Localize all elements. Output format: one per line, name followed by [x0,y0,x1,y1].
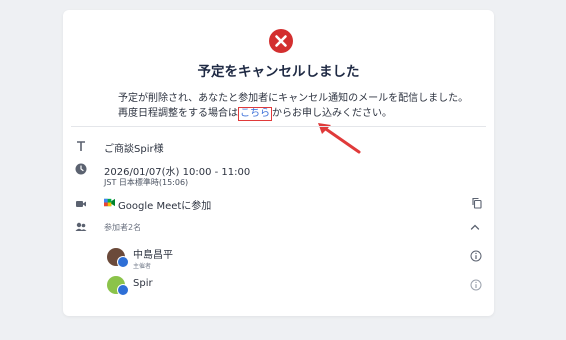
attendee-name: 中島昌平 [133,250,173,261]
error-circle-icon [269,29,293,53]
people-icon [75,222,87,231]
info-icon[interactable] [470,279,482,291]
attendee-name: Spir [133,278,153,289]
attendee-role: 主催者 [133,263,152,270]
video-camera-icon [76,201,86,207]
event-timezone: JST 日本標準時(15:06) [104,178,189,187]
cancel-message-line2: 再度日程調整をする場合は こちら からお申し込みください。 [118,104,392,121]
verified-badge-icon [117,284,129,296]
google-meet-icon [104,198,115,207]
reschedule-link[interactable]: こちら [238,107,272,121]
message-text-after: からお申し込みください。 [272,108,392,119]
message-text-before: 再度日程調整をする場合は [118,108,238,119]
cancel-message-line1: 予定が削除され、あなたと参加者にキャンセル通知のメールを配信しました。 [118,93,469,104]
google-meet-link[interactable]: Google Meetに参加 [118,197,211,212]
info-icon[interactable] [470,250,482,262]
title-icon [77,141,85,151]
event-datetime: 2026/01/07(水) 10:00 - 11:00 [104,167,251,178]
verified-badge-icon [117,256,129,268]
page-title: 予定をキャンセルしました [197,64,360,80]
clock-icon [75,163,87,175]
attendees-header: 参加者2名 [104,223,142,232]
copy-icon[interactable] [471,197,483,209]
event-title: ご商談Spir様 [104,144,164,155]
chevron-up-icon[interactable] [469,221,481,233]
cancel-confirmation-card: 予定をキャンセルしました 予定が削除され、あなたと参加者にキャンセル通知のメール… [63,10,494,316]
divider [71,126,486,127]
